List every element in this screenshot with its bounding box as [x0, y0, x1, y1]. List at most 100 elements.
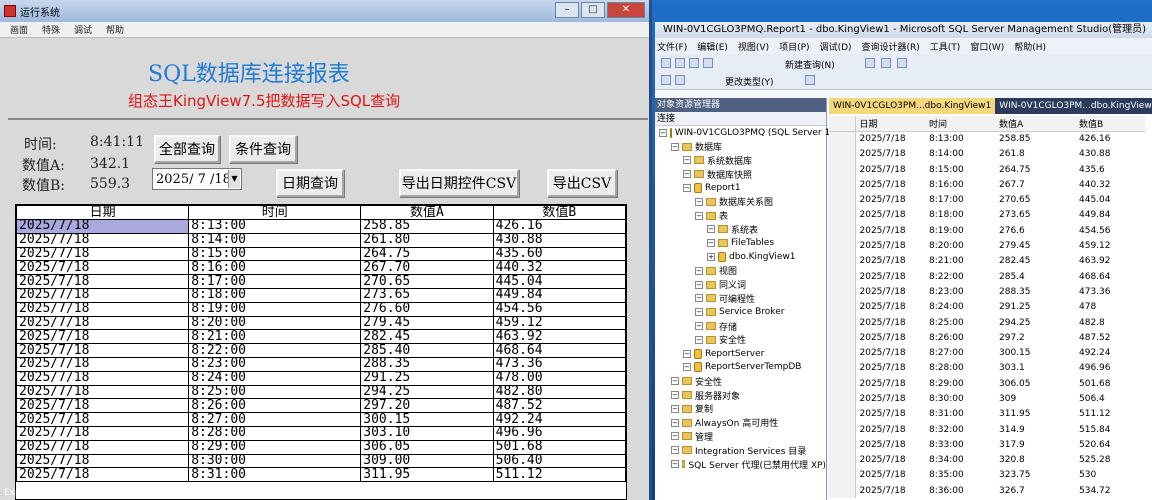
table-cell[interactable]: 487.52 [1075, 330, 1145, 345]
table-cell[interactable]: 8:19:00 [188, 301, 362, 317]
table-cell[interactable]: 306.05 [995, 376, 1075, 391]
table-cell[interactable]: 279.45 [360, 315, 494, 331]
table-row[interactable]: 2025/7/18 8:29:00 306.05 501.68 [829, 376, 1145, 392]
table-cell[interactable]: 8:24:00 [925, 300, 995, 315]
save-icon[interactable] [703, 58, 713, 68]
expand-icon[interactable]: − [671, 418, 679, 427]
table-row[interactable]: 2025/7/18 8:24:00 291.25 478.00 [16, 370, 626, 386]
table-cell[interactable]: 506.40 [492, 453, 626, 469]
table-cell[interactable]: 473.36 [1075, 284, 1145, 299]
table-row[interactable]: 2025/7/18 8:26:00 297.20 487.52 [16, 398, 626, 414]
table-cell[interactable]: 2025/7/18 [16, 467, 190, 483]
table-cell[interactable]: 267.70 [360, 260, 494, 276]
toolbar-icon[interactable] [675, 75, 685, 85]
table-cell[interactable]: 478.00 [492, 370, 626, 386]
row-selector[interactable] [829, 177, 856, 193]
row-selector[interactable] [829, 467, 856, 484]
table-cell[interactable]: 8:19:00 [925, 223, 995, 238]
grid-header-value-b[interactable]: 数值B [492, 205, 626, 220]
toolbar-icon[interactable] [661, 75, 671, 85]
table-cell[interactable]: 276.60 [360, 301, 494, 317]
table-cell[interactable]: 279.45 [995, 238, 1075, 253]
row-selector[interactable] [829, 131, 856, 147]
row-selector[interactable] [829, 299, 856, 315]
row-selector[interactable] [829, 161, 856, 178]
table-cell[interactable]: 8:35:00 [925, 468, 995, 483]
expand-icon[interactable]: − [671, 377, 679, 386]
row-selector[interactable] [829, 238, 856, 254]
row-selector[interactable] [829, 207, 856, 224]
table-cell[interactable]: 515.84 [1075, 422, 1145, 437]
chevron-down-icon[interactable]: ▼ [228, 170, 240, 188]
table-cell[interactable]: 8:23:00 [925, 284, 995, 299]
results-header-value-b[interactable]: 数值B [1075, 116, 1145, 132]
tree-node[interactable]: − 表 [655, 209, 826, 223]
table-cell[interactable]: 2025/7/18 [16, 246, 190, 262]
table-cell[interactable]: 501.68 [492, 439, 626, 455]
report-grid[interactable]: 日期 时间 数值A 数值B 2025/7/18 8:13:00 258.85 426.… [15, 204, 627, 500]
table-cell[interactable]: 2025/7/18 [16, 453, 190, 469]
kingview-title-bar[interactable]: 运行系统 – □ ✕ [0, 0, 649, 22]
table-cell[interactable]: 326.7 [995, 483, 1075, 498]
tree-node[interactable]: − 同义词 [655, 278, 826, 292]
tree-node[interactable]: − 管理 [655, 430, 826, 444]
table-cell[interactable]: 534.72 [1075, 483, 1145, 498]
table-cell[interactable]: 294.25 [360, 384, 494, 400]
expand-icon[interactable]: − [695, 294, 703, 303]
menu-item[interactable]: 帮助 [106, 23, 124, 36]
date-picker[interactable]: 2025/ 7 /18 ▼ [152, 168, 242, 190]
table-cell[interactable]: 2025/7/18 [855, 422, 925, 437]
table-cell[interactable]: 297.20 [360, 398, 494, 414]
expand-icon[interactable]: − [659, 128, 667, 137]
table-cell[interactable]: 8:24:00 [188, 370, 362, 386]
table-cell[interactable]: 2025/7/18 [855, 468, 925, 483]
table-cell[interactable]: 8:15:00 [188, 246, 362, 262]
table-cell[interactable]: 2025/7/18 [855, 437, 925, 452]
table-cell[interactable]: 314.9 [995, 422, 1075, 437]
table-cell[interactable]: 309.00 [360, 453, 494, 469]
table-cell[interactable]: 270.65 [995, 192, 1075, 207]
row-selector[interactable] [829, 330, 856, 346]
table-cell[interactable]: 8:14:00 [925, 147, 995, 162]
table-cell[interactable]: 2025/7/18 [855, 254, 925, 269]
row-selector[interactable] [829, 192, 856, 208]
table-row[interactable]: 2025/7/18 8:30:00 309 506.4 [829, 391, 1145, 407]
table-cell[interactable]: 8:33:00 [925, 437, 995, 452]
table-cell[interactable]: 8:15:00 [925, 162, 995, 177]
table-cell[interactable]: 8:21:00 [188, 329, 362, 345]
table-row[interactable]: 2025/7/18 8:19:00 276.60 454.56 [16, 301, 626, 317]
maximize-icon[interactable]: □ [581, 2, 605, 18]
table-cell[interactable]: 309 [995, 391, 1075, 406]
expand-icon[interactable]: − [671, 404, 679, 413]
table-cell[interactable]: 8:20:00 [188, 315, 362, 331]
tree-node[interactable]: − 系统表 [655, 223, 826, 237]
table-cell[interactable]: 8:30:00 [188, 453, 362, 469]
table-row[interactable]: 2025/7/18 8:16:00 267.70 440.32 [16, 260, 626, 276]
table-cell[interactable]: 506.4 [1075, 391, 1145, 406]
table-cell[interactable]: 8:13:00 [925, 131, 995, 146]
table-row[interactable]: 2025/7/18 8:14:00 261.8 430.88 [829, 146, 1145, 162]
table-cell[interactable]: 2025/7/18 [855, 345, 925, 360]
table-cell[interactable]: 8:31:00 [188, 467, 362, 483]
table-cell[interactable]: 8:16:00 [188, 260, 362, 276]
table-cell[interactable]: 300.15 [995, 345, 1075, 360]
close-icon[interactable]: ✕ [607, 2, 645, 18]
table-cell[interactable]: 317.9 [995, 437, 1075, 452]
row-selector[interactable] [829, 268, 856, 285]
table-cell[interactable]: 264.75 [360, 246, 494, 262]
table-cell[interactable]: 520.64 [1075, 437, 1145, 452]
table-cell[interactable]: 2025/7/18 [855, 147, 925, 162]
grid-header-time[interactable]: 时间 [188, 205, 362, 220]
results-header-date[interactable]: 日期 [855, 116, 925, 132]
expand-icon[interactable]: − [683, 170, 691, 179]
menu-item[interactable]: 调试 [74, 23, 92, 36]
table-cell[interactable]: 311.95 [995, 407, 1075, 422]
table-cell[interactable]: 8:32:00 [925, 422, 995, 437]
results-header-value-a[interactable]: 数值A [995, 116, 1075, 132]
table-cell[interactable]: 2025/7/18 [855, 391, 925, 406]
table-cell[interactable]: 511.12 [1075, 407, 1145, 422]
row-selector[interactable] [829, 253, 856, 269]
minimize-icon[interactable]: – [555, 2, 579, 18]
expand-icon[interactable]: − [695, 308, 703, 317]
query-date-button[interactable]: 日期查询 [276, 169, 344, 197]
